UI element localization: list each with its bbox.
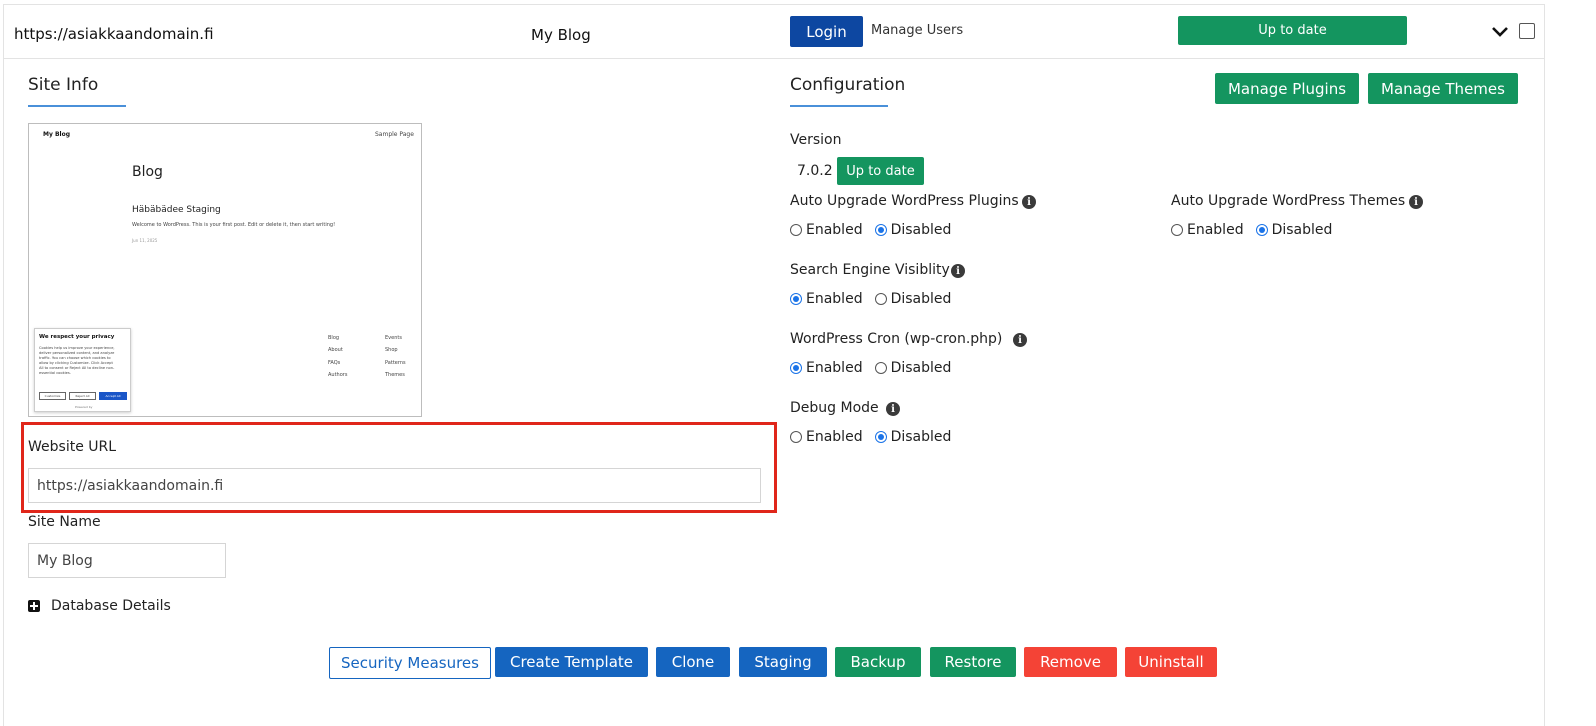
auto-upgrade-plugins-disabled-radio[interactable]	[874, 224, 887, 236]
debug-mode-label: Debug Mode	[790, 400, 879, 416]
website-url-label: Website URL	[28, 439, 117, 455]
auto-upgrade-plugins-enabled-radio[interactable]	[790, 224, 802, 236]
preview-post-title: Häbäbädee Staging	[132, 205, 221, 215]
site-preview-thumbnail: My Blog Sample Page Blog Häbäbädee Stagi…	[28, 123, 422, 417]
preview-cookie-reject: Reject All	[69, 392, 96, 400]
disabled-option-label: Disabled	[1271, 222, 1333, 238]
auto-upgrade-plugins-options: Enabled Disabled	[790, 222, 951, 238]
enabled-option-label: Enabled	[806, 360, 863, 376]
debug-disabled-radio[interactable]	[874, 431, 887, 443]
manage-plugins-button[interactable]: Manage Plugins	[1215, 73, 1359, 104]
preview-page-heading: Blog	[132, 164, 163, 180]
info-icon[interactable]: i	[886, 402, 900, 416]
search-engine-label: Search Engine Visiblity	[790, 262, 950, 278]
staging-button[interactable]: Staging	[739, 647, 827, 677]
preview-post-date: Jun 11, 2025	[132, 238, 158, 243]
preview-footer-link: Patterns	[385, 360, 406, 366]
preview-footer-link: Authors	[328, 372, 348, 378]
preview-cookie-title: We respect your privacy	[39, 334, 115, 340]
cron-disabled-radio[interactable]	[874, 362, 887, 374]
preview-post-excerpt: Welcome to WordPress. This is your first…	[132, 222, 336, 228]
disabled-option-label: Disabled	[890, 360, 952, 376]
create-template-button[interactable]: Create Template	[495, 647, 648, 677]
info-icon[interactable]: i	[1013, 333, 1027, 347]
backup-button[interactable]: Backup	[835, 647, 921, 677]
preview-cookie-accept: Accept All	[99, 392, 127, 400]
uninstall-button[interactable]: Uninstall	[1125, 647, 1217, 677]
enabled-option-label: Enabled	[806, 429, 863, 445]
header-site-url[interactable]: https://asiakkaandomain.fi	[14, 25, 214, 43]
disabled-option-label: Disabled	[890, 429, 952, 445]
auto-upgrade-themes-options: Enabled Disabled	[1171, 222, 1332, 238]
select-site-checkbox[interactable]	[1519, 23, 1535, 39]
preview-footer-link: FAQs	[328, 360, 341, 366]
search-engine-options: Enabled Disabled	[790, 291, 951, 307]
website-url-input[interactable]	[28, 468, 761, 503]
security-measures-button[interactable]: Security Measures	[329, 647, 491, 679]
disabled-option-label: Disabled	[890, 291, 952, 307]
preview-cookie-text: essential cookies.	[39, 371, 71, 375]
site-name-input[interactable]	[28, 543, 226, 578]
site-name-label: Site Name	[28, 514, 101, 530]
site-info-underline	[28, 105, 126, 107]
version-status-button[interactable]: Up to date	[837, 157, 924, 185]
enabled-option-label: Enabled	[806, 222, 863, 238]
update-status-button[interactable]: Up to date	[1178, 16, 1407, 45]
database-details-toggle[interactable]: Database Details	[51, 598, 171, 614]
enabled-option-label: Enabled	[806, 291, 863, 307]
configuration-title: Configuration	[790, 75, 906, 95]
auto-upgrade-themes-label: Auto Upgrade WordPress Themes	[1171, 193, 1406, 209]
enabled-option-label: Enabled	[1187, 222, 1244, 238]
manage-users-link[interactable]: Manage Users	[871, 23, 963, 38]
configuration-underline	[790, 105, 888, 107]
info-icon[interactable]: i	[1022, 195, 1036, 209]
site-info-title: Site Info	[28, 75, 99, 95]
site-header: https://asiakkaandomain.fi My Blog Login…	[4, 5, 1544, 59]
search-engine-disabled-radio[interactable]	[874, 293, 887, 305]
preview-footer-link: Shop	[385, 347, 398, 353]
auto-upgrade-themes-disabled-radio[interactable]	[1255, 224, 1268, 236]
preview-cookie-text: deliver personalized content, and analyz…	[39, 351, 115, 355]
debug-enabled-radio[interactable]	[790, 431, 802, 443]
disabled-option-label: Disabled	[890, 222, 952, 238]
clone-button[interactable]: Clone	[656, 647, 730, 677]
preview-cookie-customize: Customize	[39, 392, 66, 400]
info-icon[interactable]: i	[1409, 195, 1423, 209]
preview-footer-link: Themes	[385, 372, 405, 378]
header-site-name: My Blog	[531, 26, 591, 44]
preview-cookie-text: All to consent or Reject All to decline …	[39, 366, 115, 370]
login-button[interactable]: Login	[790, 16, 863, 47]
version-value: 7.0.2	[797, 163, 833, 179]
preview-cookie-text: traffic. You can choose which cookies to	[39, 356, 111, 360]
manage-themes-button[interactable]: Manage Themes	[1368, 73, 1518, 104]
plus-square-icon[interactable]	[28, 600, 40, 612]
info-icon[interactable]: i	[951, 264, 965, 278]
remove-button[interactable]: Remove	[1024, 647, 1117, 677]
preview-cookie-text: Cookies help us improve your experience,	[39, 346, 115, 350]
preview-footer-link: Events	[385, 335, 402, 341]
search-engine-enabled-radio[interactable]	[790, 293, 802, 305]
debug-mode-options: Enabled Disabled	[790, 429, 951, 445]
site-card: https://asiakkaandomain.fi My Blog Login…	[3, 4, 1545, 726]
preview-footer-link: About	[328, 347, 343, 353]
restore-button[interactable]: Restore	[930, 647, 1016, 677]
version-label: Version	[790, 132, 842, 148]
preview-footer-link: Blog	[328, 335, 340, 341]
auto-upgrade-plugins-label: Auto Upgrade WordPress Plugins	[790, 193, 1019, 209]
preview-cookie-powered: Powered by	[75, 405, 93, 409]
cron-enabled-radio[interactable]	[790, 362, 802, 374]
preview-cookie-banner: We respect your privacy Cookies help us …	[34, 328, 131, 412]
preview-nav-link: Sample Page	[375, 131, 414, 138]
preview-site-title: My Blog	[43, 131, 71, 138]
preview-cookie-text: allow by clicking Customize. Click Accep…	[39, 361, 113, 365]
cron-label: WordPress Cron (wp-cron.php)	[790, 331, 1003, 347]
auto-upgrade-themes-enabled-radio[interactable]	[1171, 224, 1183, 236]
cron-options: Enabled Disabled	[790, 360, 951, 376]
chevron-down-icon[interactable]	[1491, 25, 1509, 39]
